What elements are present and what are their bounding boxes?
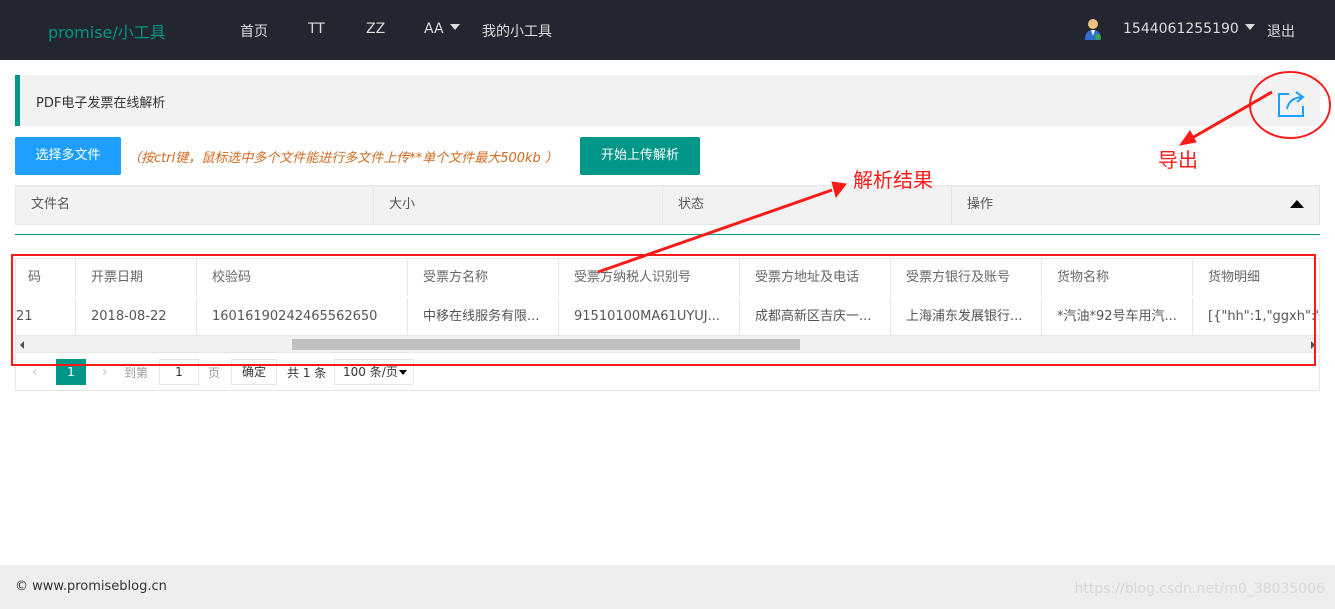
nav-item-aa[interactable]: AA	[424, 21, 460, 37]
chevron-down-icon	[449, 24, 460, 30]
chevron-down-icon	[399, 370, 407, 375]
nav-item-home[interactable]: 首页	[240, 21, 268, 41]
prev-page-button[interactable]: ‹	[32, 364, 38, 380]
top-nav: promise/小工具 首页 TT ZZ AA 我的小工具 1544061255…	[0, 0, 1335, 60]
nav-item-my-tools[interactable]: 我的小工具	[482, 21, 552, 41]
total-count: 共 1 条	[287, 366, 327, 380]
file-col-actions: 操作	[967, 197, 994, 212]
file-col-size: 大小	[374, 186, 663, 224]
watermark: https://blog.csdn.net/m0_38035006	[1074, 581, 1325, 597]
scroll-right-arrow-icon[interactable]	[1311, 341, 1315, 349]
col-header: 受票方地址及电话	[740, 259, 891, 296]
col-header: 受票方名称	[408, 259, 559, 296]
col-header: 开票日期	[76, 259, 197, 296]
table-cell: 中移在线服务有限...	[408, 298, 559, 335]
page-title: PDF电子发票在线解析	[36, 96, 166, 111]
table-cell: 2018-08-22	[76, 298, 197, 335]
col-header: 货物明细	[1193, 259, 1319, 296]
page-size-value: 100 条/页	[343, 365, 398, 379]
pagination: ‹ 1 › 到第 页 确定 共 1 条 100 条/页	[15, 355, 1320, 391]
table-cell: [{"hh":1,"ggxh":""	[1193, 298, 1319, 335]
page-title-bar: PDF电子发票在线解析	[15, 75, 1320, 126]
col-header: 校验码	[197, 259, 408, 296]
user-name-label: 1544061255190	[1123, 21, 1239, 37]
upload-hint: （按ctrl键，鼠标选中多个文件能进行多文件上传**单个文件最大500kb ）	[128, 151, 558, 166]
page-size-select[interactable]: 100 条/页	[334, 359, 414, 385]
table-cell: 91510100MA61UYUJ...	[559, 298, 740, 335]
select-files-button[interactable]: 选择多文件	[15, 137, 121, 175]
col-header: 受票方银行及账号	[891, 259, 1042, 296]
page-button-current[interactable]: 1	[56, 359, 86, 385]
nav-item-zz[interactable]: ZZ	[366, 21, 385, 37]
divider	[15, 234, 1320, 235]
table-cell: *汽油*92号车用汽...	[1042, 298, 1193, 335]
col-header: 码	[16, 259, 76, 296]
confirm-page-button[interactable]: 确定	[231, 359, 277, 385]
collapse-icon[interactable]	[1290, 200, 1304, 208]
export-annotation-label: 导出	[1158, 148, 1198, 172]
table-cell: 21	[16, 298, 76, 335]
page-unit-label: 页	[208, 366, 221, 380]
export-icon[interactable]	[1275, 89, 1307, 119]
scroll-left-arrow-icon[interactable]	[20, 341, 24, 349]
next-page-button[interactable]: ›	[102, 364, 108, 380]
table-cell: 上海浦东发展银行...	[891, 298, 1042, 335]
result-annotation-label: 解析结果	[853, 168, 933, 192]
table-cell: 成都高新区吉庆一...	[740, 298, 891, 335]
user-avatar-icon[interactable]	[1082, 18, 1104, 42]
scrollbar-thumb[interactable]	[292, 339, 800, 350]
footer-copyright: © www.promiseblog.cn	[15, 579, 167, 594]
export-arrow-head	[1178, 130, 1197, 146]
file-list-header: 文件名 大小 状态 操作	[15, 185, 1320, 225]
start-upload-button[interactable]: 开始上传解析	[580, 137, 700, 175]
logout-link[interactable]: 退出	[1267, 21, 1295, 41]
footer: © www.promiseblog.cn https://blog.csdn.n…	[0, 565, 1335, 609]
horizontal-scrollbar[interactable]	[16, 335, 1319, 352]
page-number-input[interactable]	[159, 359, 199, 385]
nav-item-tt[interactable]: TT	[308, 21, 325, 37]
result-table: 码 开票日期 校验码 受票方名称 受票方纳税人识别号 受票方地址及电话 受票方银…	[15, 258, 1320, 353]
goto-label: 到第	[124, 366, 149, 380]
nav-item-aa-label: AA	[424, 21, 444, 37]
col-header: 受票方纳税人识别号	[559, 259, 740, 296]
file-col-name: 文件名	[16, 186, 374, 224]
user-menu[interactable]: 1544061255190	[1123, 21, 1255, 37]
col-header: 货物名称	[1042, 259, 1193, 296]
chevron-down-icon	[1244, 24, 1255, 30]
table-cell: 16016190242465562650	[197, 298, 408, 335]
brand-logo[interactable]: promise/小工具	[48, 19, 166, 43]
